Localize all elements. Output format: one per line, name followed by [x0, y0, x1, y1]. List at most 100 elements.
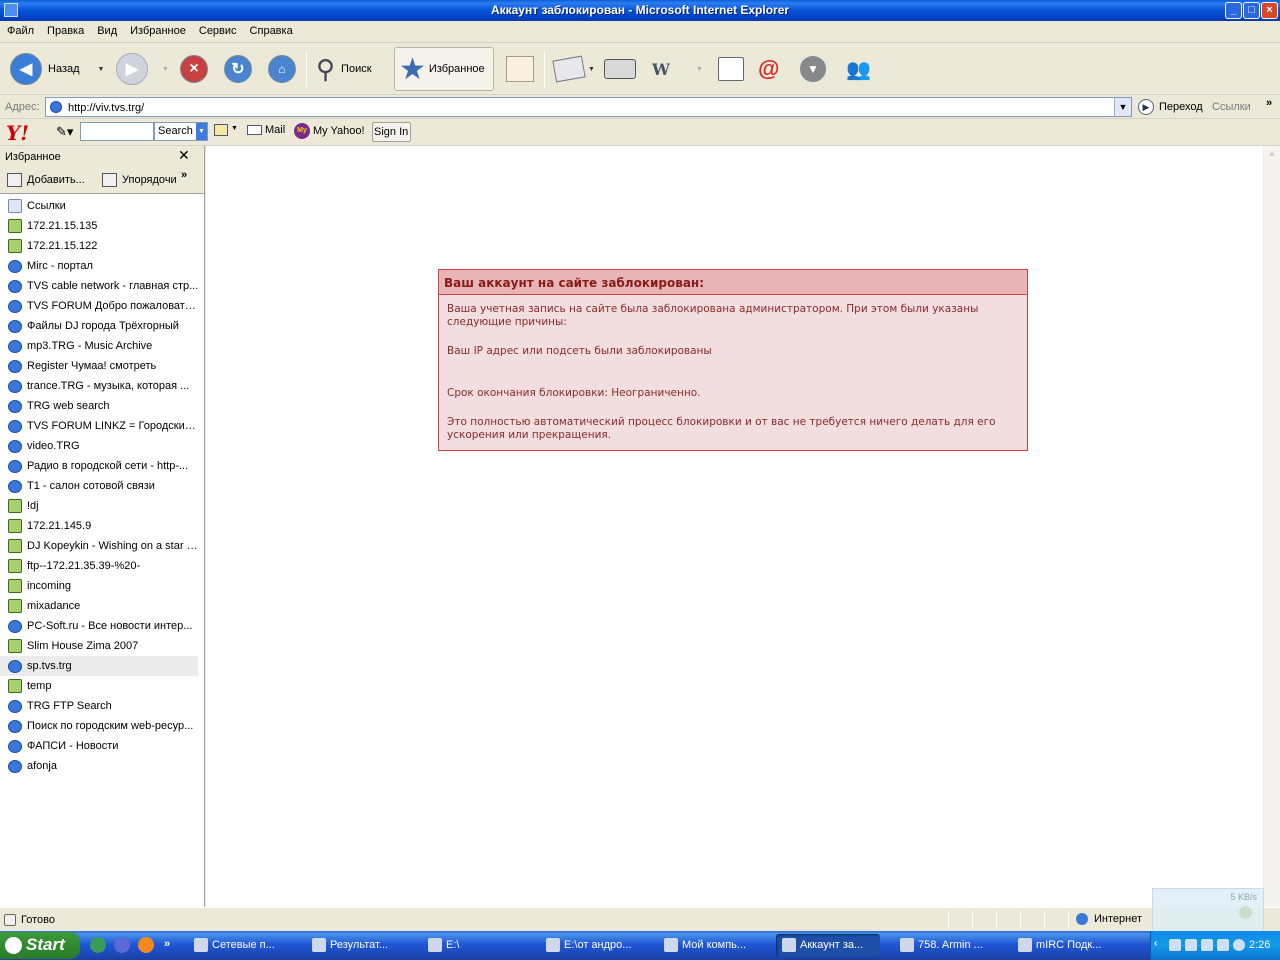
links-label[interactable]: Ссылки: [1212, 101, 1251, 113]
menu-file[interactable]: Файл: [0, 21, 40, 37]
task-winamp[interactable]: 758. Armin ...: [894, 934, 1006, 957]
clock[interactable]: 2:26: [1249, 939, 1270, 951]
favorite-item[interactable]: TVS FORUM LINKZ = Городские ...: [0, 416, 204, 436]
menu-edit[interactable]: Правка: [40, 21, 90, 37]
favorite-item[interactable]: TVS cable network - главная стр...: [0, 276, 204, 296]
favorites-close-icon[interactable]: ✕: [178, 147, 190, 164]
yahoo-news-dropdown-icon[interactable]: ▼: [231, 125, 238, 132]
favorite-item[interactable]: Файлы DJ города Трёхгорный: [0, 316, 204, 336]
yahoo-news-icon[interactable]: [214, 124, 228, 136]
tray-clock-icon[interactable]: [1233, 939, 1245, 951]
favorite-item[interactable]: mp3.TRG - Music Archive: [0, 336, 204, 356]
task-mirc[interactable]: mIRC Подк...: [1012, 934, 1144, 957]
favorite-item[interactable]: Slim House Zima 2007: [0, 636, 204, 656]
address-dropdown-icon[interactable]: ▼: [1114, 98, 1131, 116]
start-button[interactable]: Start: [0, 932, 80, 959]
favorite-item[interactable]: afonja: [0, 756, 204, 776]
favorite-item[interactable]: TVS FORUM Добро пожаловать...: [0, 296, 204, 316]
favorite-item[interactable]: Радио в городской сети - http-...: [0, 456, 204, 476]
scroll-up-icon[interactable]: ▲: [1264, 146, 1280, 162]
back-button[interactable]: ◀ Назад ▼: [10, 47, 104, 91]
title-bar[interactable]: Аккаунт заблокирован - Microsoft Interne…: [0, 0, 1280, 21]
favorite-item[interactable]: sp.tvs.trg: [0, 656, 198, 676]
favorite-item[interactable]: DJ Kopeykin - Wishing on a star (...: [0, 536, 204, 556]
favorite-item[interactable]: PC-Soft.ru - Все новости интер...: [0, 616, 204, 636]
favorite-item[interactable]: video.TRG: [0, 436, 204, 456]
address-url[interactable]: http://viv.tvs.trg/: [68, 102, 144, 114]
discuss-button[interactable]: [718, 47, 744, 91]
sign-in-button[interactable]: Sign In: [372, 122, 412, 142]
edit-dropdown-icon[interactable]: ▼: [696, 66, 703, 73]
favorite-item[interactable]: ФАПСИ - Новости: [0, 736, 204, 756]
favorite-item[interactable]: trance.TRG - музыка, которая ...: [0, 376, 204, 396]
favorite-item[interactable]: Ссылки: [0, 196, 204, 216]
favorite-item[interactable]: incoming: [0, 576, 204, 596]
favorite-item[interactable]: !dj: [0, 496, 204, 516]
organize-favorites-button[interactable]: Упорядочи: [102, 173, 177, 187]
agent-button[interactable]: ▼: [800, 47, 826, 91]
tray-expand-icon[interactable]: ‹: [1154, 938, 1157, 949]
yahoo-search-input[interactable]: [80, 122, 154, 141]
quicklaunch-player-icon[interactable]: [138, 937, 154, 953]
favorite-item[interactable]: 172.21.145.9: [0, 516, 204, 536]
favorite-item[interactable]: Mirc - портал: [0, 256, 204, 276]
task-network[interactable]: Сетевые п...: [188, 934, 300, 957]
task-results[interactable]: Результат...: [306, 934, 418, 957]
print-button[interactable]: [604, 47, 636, 91]
mail-button[interactable]: ▼: [552, 47, 595, 91]
stop-button[interactable]: ×: [180, 47, 208, 91]
search-button[interactable]: ⚲ Поиск: [316, 47, 372, 91]
favorite-item[interactable]: Register Чумаа! смотреть: [0, 356, 204, 376]
history-button[interactable]: [506, 47, 534, 91]
tray-network2-icon[interactable]: [1185, 939, 1197, 951]
refresh-button[interactable]: ↻: [224, 47, 252, 91]
menu-view[interactable]: Вид: [90, 21, 123, 37]
maximize-button[interactable]: □: [1243, 2, 1260, 19]
quicklaunch-app-icon[interactable]: [114, 937, 130, 953]
close-button[interactable]: ×: [1261, 2, 1278, 19]
yahoo-mail-button[interactable]: Mail: [247, 124, 285, 136]
task-folder[interactable]: E:\от андро...: [540, 934, 652, 957]
links-more-icon[interactable]: »: [1266, 97, 1272, 109]
yahoo-logo-icon[interactable]: Y!: [6, 121, 29, 145]
task-browser-active[interactable]: Аккаунт за...: [776, 934, 880, 957]
favorite-item[interactable]: TRG web search: [0, 396, 204, 416]
mailru-button[interactable]: @: [758, 47, 779, 91]
favorites-more-icon[interactable]: »: [181, 169, 187, 181]
favorite-item[interactable]: mixadance: [0, 596, 204, 616]
yahoo-search-button[interactable]: Search ▼: [154, 122, 208, 141]
edit-button[interactable]: W ▼: [652, 47, 703, 91]
task-drive-e[interactable]: E:\: [422, 934, 534, 957]
address-input[interactable]: http://viv.tvs.trg/ ▼: [45, 97, 1132, 117]
favorite-item[interactable]: 172.21.15.122: [0, 236, 204, 256]
favorite-item[interactable]: Поиск по городским web-ресур...: [0, 716, 204, 736]
forward-button[interactable]: ▶ ▼: [116, 47, 169, 91]
menu-help[interactable]: Справка: [243, 21, 299, 37]
tray-network-icon[interactable]: [1169, 939, 1181, 951]
tray-volume-icon[interactable]: [1201, 939, 1213, 951]
favorite-item[interactable]: temp: [0, 676, 204, 696]
add-favorite-button[interactable]: Добавить...: [7, 173, 85, 187]
quicklaunch-ie-icon[interactable]: [90, 937, 106, 953]
messenger-button[interactable]: 👥: [846, 47, 871, 91]
favorite-item[interactable]: 172.21.15.135: [0, 216, 204, 236]
back-dropdown-icon[interactable]: ▼: [98, 66, 105, 73]
quicklaunch-more-icon[interactable]: »: [164, 938, 170, 950]
yahoo-search-dropdown-icon[interactable]: ▼: [196, 123, 207, 140]
favorite-item[interactable]: T1 - салон сотовой связи: [0, 476, 204, 496]
minimize-button[interactable]: _: [1225, 2, 1242, 19]
mail-dropdown-icon[interactable]: ▼: [588, 66, 595, 73]
tray-app-icon[interactable]: [1217, 939, 1229, 951]
favorite-item[interactable]: ftp--172.21.35.39-%20-: [0, 556, 204, 576]
home-button[interactable]: ⌂: [268, 47, 296, 91]
pencil-icon[interactable]: ✎▾: [56, 124, 73, 140]
task-my-computer[interactable]: Мой компь...: [658, 934, 770, 957]
my-yahoo-button[interactable]: My My Yahoo!: [294, 123, 365, 139]
vertical-scrollbar[interactable]: ▲: [1263, 146, 1280, 907]
menu-tools[interactable]: Сервис: [192, 21, 243, 37]
go-button[interactable]: ▶ Переход: [1138, 99, 1203, 115]
menu-favorites[interactable]: Избранное: [123, 21, 192, 37]
favorite-item[interactable]: TRG FTP Search: [0, 696, 204, 716]
favorites-button[interactable]: ★ Избранное: [394, 47, 494, 91]
forward-dropdown-icon[interactable]: ▼: [162, 66, 169, 73]
